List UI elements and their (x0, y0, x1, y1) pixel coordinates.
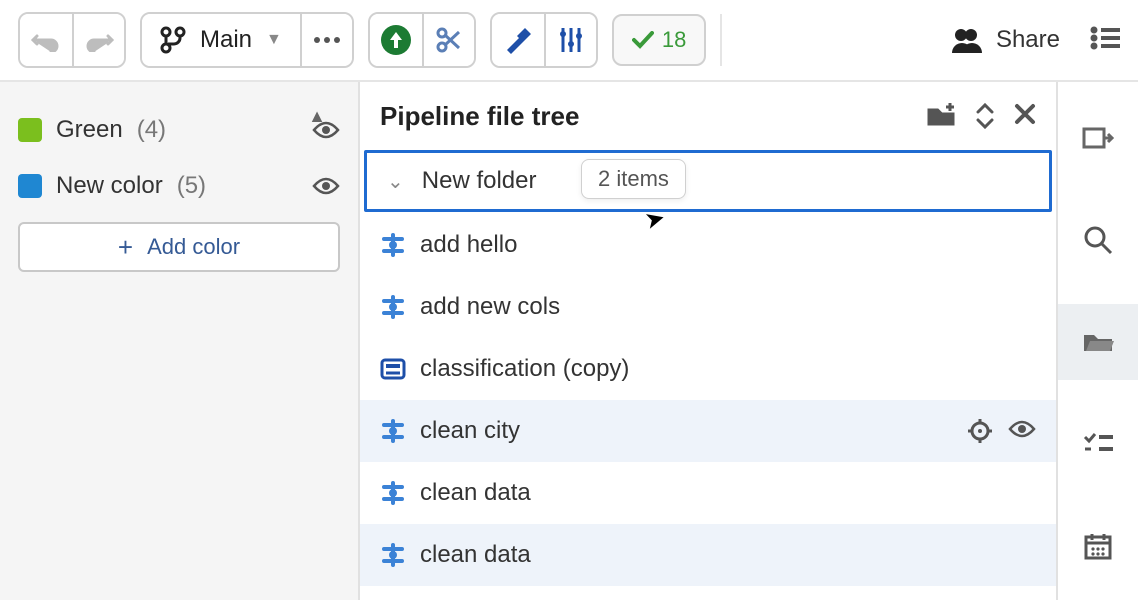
color-swatch (18, 174, 42, 198)
color-sidebar: ▲ Green (4) New color (5) + Add color (0, 82, 360, 600)
recipe-icon (380, 294, 406, 320)
tree-item-label: clean city (420, 417, 520, 445)
build-button[interactable] (492, 14, 544, 66)
color-count: (5) (177, 172, 206, 200)
right-rail (1058, 82, 1138, 600)
run-group (368, 12, 476, 68)
tree-item-label: clean data (420, 541, 531, 569)
list-icon (1090, 26, 1120, 50)
toolbar-divider (720, 14, 722, 66)
recipe-icon (380, 480, 406, 506)
visibility-icon[interactable] (1008, 419, 1036, 443)
tree-folder[interactable]: ⌄ New folder 2 items ➤ (364, 150, 1052, 212)
tree-item-label: clean data (420, 479, 531, 507)
add-color-label: Add color (147, 234, 240, 260)
branch-icon (160, 26, 186, 54)
folder-open-icon (1082, 329, 1114, 355)
add-color-button[interactable]: + Add color (18, 222, 340, 272)
undo-icon (31, 28, 61, 52)
tree-item-label: classification (copy) (420, 355, 629, 383)
redo-button[interactable] (72, 14, 124, 66)
color-name: Green (56, 116, 123, 144)
tree-header: Pipeline file tree (360, 82, 1056, 150)
color-row-green[interactable]: Green (4) (18, 102, 340, 158)
folder-label: New folder (422, 167, 537, 195)
scissors-branch-icon (435, 26, 463, 54)
tools-group (490, 12, 598, 68)
pipeline-tree: Pipeline file tree ⌄ New folder 2 items … (360, 82, 1058, 600)
tree-item-label: add hello (420, 231, 517, 259)
tree-item[interactable]: clean city (360, 400, 1056, 462)
redo-icon (84, 28, 114, 52)
sliders-icon (558, 26, 584, 54)
recipe-icon (380, 418, 406, 444)
run-button[interactable] (370, 14, 422, 66)
branch-label: Main (200, 26, 252, 54)
branch-selector[interactable]: Main ▼ (142, 14, 300, 66)
caret-down-icon: ▼ (266, 31, 282, 49)
close-icon[interactable] (1014, 103, 1036, 129)
people-icon (950, 27, 982, 53)
undo-button[interactable] (20, 14, 72, 66)
flow-icon (1082, 125, 1114, 151)
share-label: Share (996, 26, 1060, 54)
rail-calendar-button[interactable] (1058, 508, 1138, 584)
collapse-caret-icon[interactable]: ▲ (308, 106, 326, 127)
locate-icon[interactable] (968, 419, 992, 443)
tree-item[interactable]: classification (copy) (360, 338, 1056, 400)
calendar-icon (1084, 532, 1112, 560)
tooltip-text: 2 items (598, 166, 669, 191)
plus-icon: + (118, 234, 133, 260)
status-pill[interactable]: 18 (612, 14, 706, 66)
rail-files-button[interactable] (1058, 304, 1138, 380)
tree-item[interactable]: clean data (360, 524, 1056, 586)
color-name: New color (56, 172, 163, 200)
settings-button[interactable] (544, 14, 596, 66)
rail-flow-button[interactable] (1058, 100, 1138, 176)
upload-circle-icon (380, 24, 412, 56)
tree-item[interactable]: add new cols (360, 276, 1056, 338)
tree-item-actions (968, 419, 1036, 443)
top-toolbar: Main ▼ (0, 0, 1138, 82)
recipe-icon (380, 232, 406, 258)
main-columns: ▲ Green (4) New color (5) + Add color (0, 82, 1138, 600)
hammer-icon (503, 26, 533, 54)
search-icon (1083, 225, 1113, 255)
folder-tooltip: 2 items (581, 159, 686, 199)
rail-checklist-button[interactable] (1058, 406, 1138, 482)
history-group (18, 12, 126, 68)
more-button[interactable] (300, 14, 352, 66)
node-icon (380, 358, 406, 380)
tree-item[interactable]: clean data (360, 462, 1056, 524)
recipe-icon (380, 542, 406, 568)
color-swatch (18, 118, 42, 142)
rail-search-button[interactable] (1058, 202, 1138, 278)
tree-header-actions (926, 103, 1036, 129)
check-icon (632, 31, 654, 49)
tree-item[interactable]: add hello (360, 214, 1056, 276)
tree-title: Pipeline file tree (380, 101, 579, 132)
tasks-button[interactable] (1090, 26, 1120, 55)
checklist-icon (1083, 432, 1113, 456)
toolbar-right: Share (950, 26, 1120, 55)
status-count: 18 (662, 27, 686, 53)
chevron-down-icon: ⌄ (387, 169, 404, 194)
ellipsis-icon (312, 35, 342, 45)
share-button[interactable]: Share (950, 26, 1060, 54)
color-count: (4) (137, 116, 166, 144)
new-folder-icon[interactable] (926, 103, 956, 129)
cut-branch-button[interactable] (422, 14, 474, 66)
tree-item-label: add new cols (420, 293, 560, 321)
expand-collapse-icon[interactable] (974, 103, 996, 129)
branch-group: Main ▼ (140, 12, 354, 68)
visibility-icon[interactable] (312, 176, 340, 196)
color-row-newcolor[interactable]: New color (5) (18, 158, 340, 214)
color-panel: ▲ Green (4) New color (5) + Add color (18, 102, 340, 272)
